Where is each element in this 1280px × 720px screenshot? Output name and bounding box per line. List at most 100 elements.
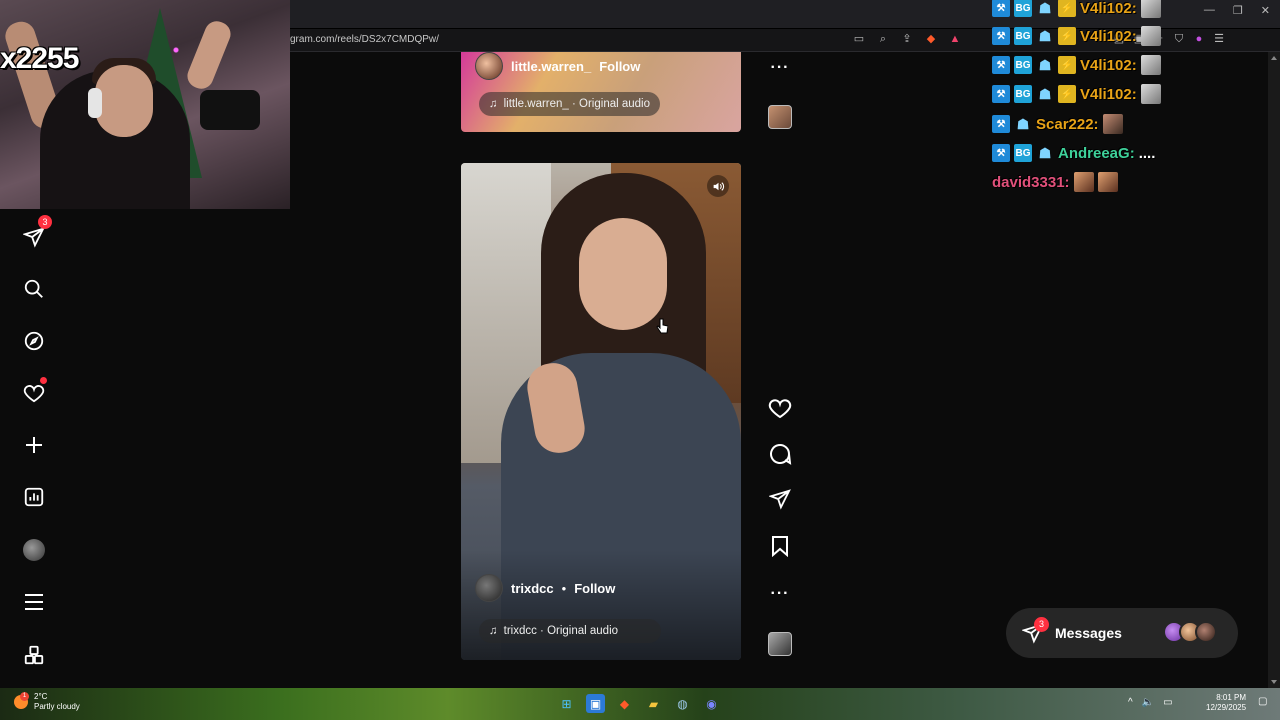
- audio-thumbnail[interactable]: [766, 630, 794, 658]
- moderator-badge-icon: ⚒: [992, 56, 1010, 74]
- follow-button[interactable]: Follow: [599, 59, 640, 74]
- file-explorer-icon[interactable]: ▰: [644, 694, 663, 713]
- chevron-up-icon[interactable]: ^: [1128, 697, 1133, 708]
- more-options-button[interactable]: ···: [766, 54, 794, 82]
- like-button[interactable]: [766, 394, 794, 422]
- sidebar-item-apps[interactable]: [20, 641, 48, 669]
- subscriber-badge-icon: BG: [1014, 56, 1032, 74]
- notification-icon[interactable]: ▢: [1258, 696, 1267, 707]
- cast-icon[interactable]: ▭: [852, 32, 866, 46]
- mute-button[interactable]: [707, 175, 729, 197]
- speaker-icon[interactable]: 🔈: [1142, 697, 1154, 708]
- reel-video-previous[interactable]: little.warren_ Follow ♫ little.warren_ ·…: [461, 52, 741, 132]
- separator-dot: •: [561, 580, 567, 596]
- messenger-icon: [23, 227, 45, 248]
- follow-button[interactable]: Follow: [574, 581, 615, 596]
- compass-icon: [24, 331, 44, 351]
- sidebar-item-search[interactable]: [20, 275, 48, 303]
- minimize-icon[interactable]: —: [1204, 4, 1215, 17]
- sidebar-item-create[interactable]: [20, 431, 48, 459]
- reel-audio-link[interactable]: ♫ trixdcc · Original audio: [479, 619, 661, 643]
- reel-audio-link[interactable]: ♫ little.warren_ · Original audio: [479, 92, 660, 116]
- close-icon[interactable]: ✕: [1261, 4, 1270, 17]
- sidebar-item-messages[interactable]: 3: [20, 215, 52, 251]
- chart-icon: [24, 487, 44, 507]
- weather-temp: 2°C: [34, 692, 48, 701]
- vpn-icon[interactable]: ⛉: [1172, 32, 1186, 46]
- moderator-badge-icon: ⚒: [992, 115, 1010, 133]
- music-note-icon: ♫: [489, 98, 498, 110]
- clock-date: 12/29/2025: [1206, 703, 1247, 712]
- save-button[interactable]: [766, 532, 794, 560]
- ghost-badge-icon: ☗: [1038, 56, 1052, 73]
- emote-icon: [1140, 55, 1161, 75]
- moderator-badge-icon: ⚒: [992, 144, 1010, 162]
- music-note-icon: ♫: [489, 625, 498, 637]
- reel-video[interactable]: trixdcc • Follow ♫ trixdcc · Original au…: [461, 163, 741, 660]
- sidebar-item-dashboard[interactable]: [20, 483, 48, 511]
- reel-user-row: trixdcc • Follow: [475, 574, 615, 602]
- messages-label: Messages: [1055, 625, 1122, 641]
- speaker-icon: [713, 181, 724, 191]
- steam-icon[interactable]: ◍: [673, 694, 692, 713]
- messages-badge: 3: [38, 215, 52, 229]
- share-button[interactable]: [766, 485, 794, 513]
- chat-line: ⚒ BG ☗ ⚡ V4li102:: [992, 0, 1161, 19]
- avatar: [1195, 621, 1217, 643]
- emote-icon: [1140, 84, 1161, 104]
- sidebar-item-explore[interactable]: [20, 327, 48, 355]
- extension-icon[interactable]: ●: [1192, 32, 1206, 46]
- network-icon[interactable]: ▭: [1163, 697, 1172, 708]
- weather-widget[interactable]: 1 2°C Partly cloudy: [14, 692, 80, 712]
- reel-user-row: little.warren_ Follow: [475, 52, 640, 80]
- start-icon[interactable]: ⊞: [557, 694, 576, 713]
- avatar[interactable]: [475, 574, 503, 602]
- chat-line: ⚒ ☗ Scar222:: [992, 113, 1123, 135]
- maximize-icon[interactable]: ❐: [1233, 4, 1243, 17]
- more-options-button[interactable]: ···: [766, 580, 794, 608]
- emote-icon: [1097, 172, 1118, 192]
- zoom-icon[interactable]: ⌕: [876, 32, 890, 46]
- subscriber-badge-icon: BG: [1014, 85, 1032, 103]
- hand-cursor-icon: [656, 318, 669, 341]
- chat-message: ....: [1138, 144, 1156, 162]
- ghost-badge-icon: ☗: [1038, 27, 1052, 44]
- messages-badge: 3: [1034, 617, 1049, 632]
- chat-line: ⚒ BG ☗ ⚡ V4li102:: [992, 54, 1161, 76]
- comment-icon: [770, 444, 792, 465]
- audio-thumbnail[interactable]: [766, 103, 794, 131]
- messages-button[interactable]: 3 Messages: [1006, 608, 1238, 658]
- emote-icon: [1073, 172, 1094, 192]
- streamer-webcam: [0, 0, 290, 209]
- chat-username: V4li102:: [1080, 27, 1137, 45]
- chat-line: ⚒ BG ☗ ⚡ V4li102:: [992, 25, 1161, 47]
- address-bar-icons: ▭ ⌕ ⇪ ◆ ▲: [852, 32, 962, 46]
- brave-browser-icon[interactable]: ◆: [615, 694, 634, 713]
- send-icon: [769, 489, 791, 510]
- reel-audio-label: little.warren_ · Original audio: [503, 98, 650, 110]
- weather-icon: 1: [14, 692, 29, 709]
- reel-username[interactable]: little.warren_: [511, 59, 591, 74]
- taskbar-apps: ⊞ ▣ ◆ ▰ ◍ ◉: [557, 694, 721, 713]
- store-icon[interactable]: ▣: [586, 694, 605, 713]
- ghost-badge-icon: ☗: [1038, 144, 1052, 161]
- profile-avatar: [23, 539, 45, 561]
- moderator-badge-icon: ⚒: [992, 85, 1010, 103]
- sidebar-item-notifications[interactable]: [20, 377, 48, 407]
- vip-badge-icon: ⚡: [1058, 56, 1076, 74]
- menu-icon[interactable]: ☰: [1212, 32, 1226, 46]
- comment-button[interactable]: [766, 440, 794, 468]
- reel-username[interactable]: trixdcc: [511, 581, 554, 596]
- brave-rewards-icon[interactable]: ▲: [948, 32, 962, 46]
- url-text[interactable]: gram.com/reels/DS2x7CMDQPw/: [290, 34, 439, 45]
- ghost-badge-icon: ☗: [1038, 85, 1052, 102]
- sidebar-item-more[interactable]: [20, 588, 48, 616]
- share-icon[interactable]: ⇪: [900, 32, 914, 46]
- page-scrollbar[interactable]: [1268, 52, 1280, 688]
- reel-audio-label: trixdcc · Original audio: [503, 625, 619, 637]
- avatar[interactable]: [475, 52, 503, 80]
- discord-icon[interactable]: ◉: [702, 694, 721, 713]
- brave-shield-icon[interactable]: ◆: [924, 32, 938, 46]
- sidebar-item-profile[interactable]: [20, 536, 48, 564]
- taskbar-clock[interactable]: 8:01 PM 12/29/2025: [1206, 693, 1246, 713]
